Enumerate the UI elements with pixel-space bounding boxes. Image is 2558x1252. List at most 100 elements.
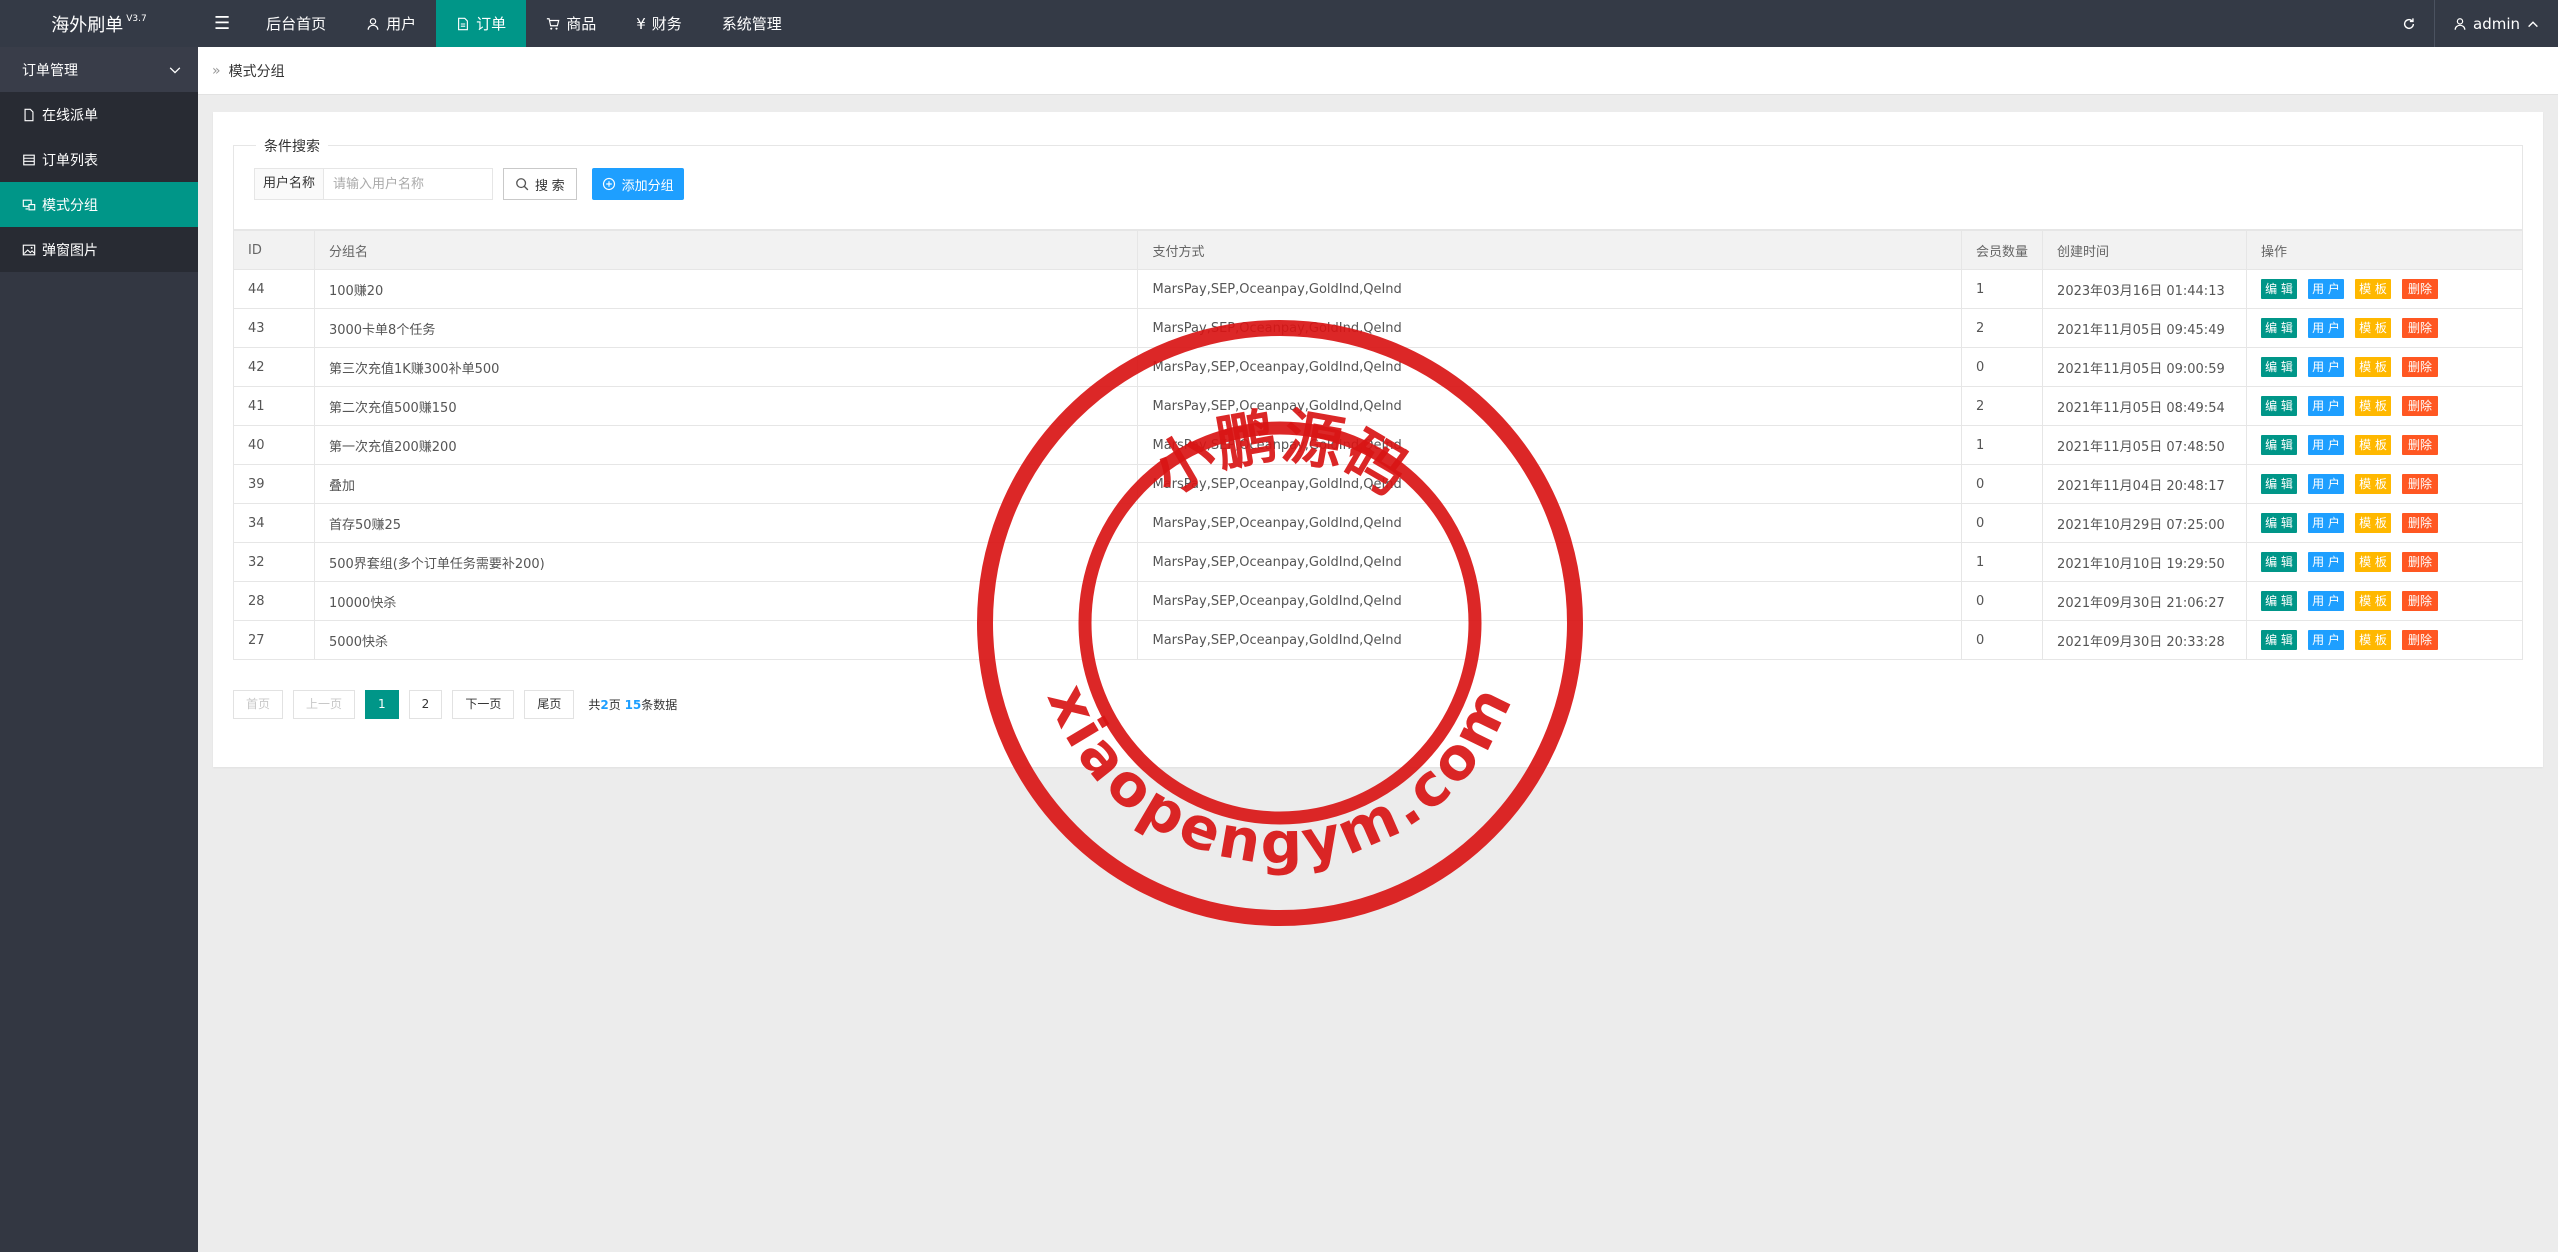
delete-button[interactable]: 删除 — [2402, 630, 2439, 650]
user-button[interactable]: 用 户 — [2308, 552, 2345, 572]
edit-button[interactable]: 编 辑 — [2261, 318, 2298, 338]
user-button[interactable]: 用 户 — [2308, 396, 2345, 416]
topnav-item-orders[interactable]: 订单 — [436, 0, 527, 47]
page-button-1[interactable]: 1 — [365, 690, 399, 719]
topnav-item-users[interactable]: 用户 — [346, 0, 436, 47]
user-button[interactable]: 用 户 — [2308, 318, 2345, 338]
row-actions: 编 辑用 户模 板删除 — [2261, 396, 2508, 416]
next-page-button[interactable]: 下一页 — [452, 690, 515, 719]
topnav-item-products[interactable]: 商品 — [526, 0, 616, 47]
user-menu[interactable]: admin — [2435, 0, 2558, 47]
delete-button[interactable]: 删除 — [2402, 591, 2439, 611]
sidebar-item-dispatch[interactable]: 在线派单 — [0, 92, 198, 137]
template-button[interactable]: 模 板 — [2355, 357, 2392, 377]
table-row: 32 500界套组(多个订单任务需要补200) MarsPay,SEP,Oceanp… — [233, 542, 2523, 582]
delete-button[interactable]: 删除 — [2402, 396, 2439, 416]
document-icon — [24, 108, 34, 121]
table-row: 40 第一次充值200赚200 MarsPay,SEP,Oceanpay,GoldI… — [233, 425, 2523, 465]
cell-group-name: 首存50赚25 — [313, 503, 1139, 543]
plus-circle-icon — [602, 177, 615, 191]
top-nav: ☰ 后台首页 用户 订单 商品 ¥ 财务 系统管理 — [198, 0, 802, 47]
cell-payment: MarsPay,SEP,Oceanpay,GoldInd,QeInd — [1137, 542, 1963, 582]
user-button[interactable]: 用 户 — [2308, 591, 2345, 611]
refresh-button[interactable] — [2384, 0, 2434, 47]
cell-payment: MarsPay,SEP,Oceanpay,GoldInd,QeInd — [1137, 464, 1963, 504]
cell-payment: MarsPay,SEP,Oceanpay,GoldInd,QeInd — [1137, 425, 1963, 465]
edit-button[interactable]: 编 辑 — [2261, 591, 2298, 611]
sidebar-item-label: 弹窗图片 — [42, 242, 98, 259]
last-page-button[interactable]: 尾页 — [524, 690, 575, 719]
topnav-item-system[interactable]: 系统管理 — [702, 0, 802, 47]
user-button[interactable]: 用 户 — [2308, 435, 2345, 455]
edit-button[interactable]: 编 辑 — [2261, 435, 2298, 455]
sidebar-item-popup-image[interactable]: 弹窗图片 — [0, 227, 198, 272]
table-body: 44 100赚20 MarsPay,SEP,Oceanpay,GoldInd,QeI… — [233, 269, 2523, 660]
prev-page-button[interactable]: 上一页 — [293, 690, 356, 719]
hamburger-icon: ☰ — [214, 13, 231, 34]
sidebar-item-mode-group[interactable]: 模式分组 — [0, 182, 198, 227]
username-search-input[interactable] — [323, 168, 494, 200]
template-button[interactable]: 模 板 — [2355, 318, 2392, 338]
user-button[interactable]: 用 户 — [2308, 279, 2345, 299]
template-button[interactable]: 模 板 — [2355, 552, 2392, 572]
template-button[interactable]: 模 板 — [2355, 474, 2392, 494]
first-page-button[interactable]: 首页 — [233, 690, 284, 719]
user-button[interactable]: 用 户 — [2308, 513, 2345, 533]
edit-button[interactable]: 编 辑 — [2261, 279, 2298, 299]
menu-toggle-button[interactable]: ☰ — [198, 0, 246, 47]
row-actions: 编 辑用 户模 板删除 — [2261, 357, 2508, 377]
column-header-id[interactable]: ID — [233, 230, 315, 270]
template-button[interactable]: 模 板 — [2355, 435, 2392, 455]
cell-id: 28 — [233, 581, 315, 621]
cell-created: 2021年11月05日 08:49:54 — [2042, 386, 2248, 426]
cell-actions: 编 辑用 户模 板删除 — [2246, 269, 2523, 309]
user-icon — [367, 17, 379, 30]
column-header-payment[interactable]: 支付方式 — [1137, 230, 1963, 270]
delete-button[interactable]: 删除 — [2402, 474, 2439, 494]
delete-button[interactable]: 删除 — [2402, 357, 2439, 377]
template-button[interactable]: 模 板 — [2355, 279, 2392, 299]
column-header-created[interactable]: 创建时间 — [2042, 230, 2248, 270]
edit-button[interactable]: 编 辑 — [2261, 357, 2298, 377]
image-icon — [22, 244, 36, 255]
page-button-2[interactable]: 2 — [408, 690, 443, 719]
user-button[interactable]: 用 户 — [2308, 630, 2345, 650]
edit-button[interactable]: 编 辑 — [2261, 552, 2298, 572]
edit-button[interactable]: 编 辑 — [2261, 396, 2298, 416]
template-button[interactable]: 模 板 — [2355, 591, 2392, 611]
cell-group-name: 3000卡单8个任务 — [313, 308, 1139, 348]
cell-group-name: 叠加 — [313, 464, 1139, 504]
edit-button[interactable]: 编 辑 — [2261, 474, 2298, 494]
sidebar-group-orders[interactable]: 订单管理 — [0, 47, 198, 92]
cell-payment: MarsPay,SEP,Oceanpay,GoldInd,QeInd — [1137, 347, 1963, 387]
delete-button[interactable]: 删除 — [2402, 435, 2439, 455]
user-button[interactable]: 用 户 — [2308, 474, 2345, 494]
column-header-name[interactable]: 分组名 — [313, 230, 1139, 270]
add-group-button[interactable]: 添加分组 — [591, 168, 684, 200]
template-button[interactable]: 模 板 — [2355, 630, 2392, 650]
topnav-item-finance[interactable]: ¥ 财务 — [616, 0, 702, 47]
template-button[interactable]: 模 板 — [2355, 513, 2392, 533]
search-button[interactable]: 搜 索 — [503, 168, 577, 200]
chevron-down-icon — [169, 66, 181, 74]
template-button[interactable]: 模 板 — [2355, 396, 2392, 416]
user-button[interactable]: 用 户 — [2308, 357, 2345, 377]
search-button-label: 搜 索 — [535, 177, 565, 193]
cell-id: 44 — [233, 269, 315, 309]
cell-member-count: 0 — [1961, 581, 2044, 621]
delete-button[interactable]: 删除 — [2402, 318, 2439, 338]
delete-button[interactable]: 删除 — [2402, 279, 2439, 299]
table-row: 44 100赚20 MarsPay,SEP,Oceanpay,GoldInd,QeI… — [233, 269, 2523, 309]
cell-group-name: 5000快杀 — [313, 620, 1139, 660]
sidebar-item-order-list[interactable]: 订单列表 — [0, 137, 198, 182]
edit-button[interactable]: 编 辑 — [2261, 630, 2298, 650]
column-header-member-count[interactable]: 会员数量 — [1961, 230, 2044, 270]
app-logo[interactable]: 海外刷单 V3.7 — [0, 0, 198, 47]
edit-button[interactable]: 编 辑 — [2261, 513, 2298, 533]
delete-button[interactable]: 删除 — [2402, 513, 2439, 533]
topnav-item-dashboard[interactable]: 后台首页 — [246, 0, 346, 47]
pagination-total-records: 15 — [624, 698, 642, 712]
table-row: 34 首存50赚25 MarsPay,SEP,Oceanpay,GoldInd,Qe… — [233, 503, 2523, 543]
delete-button[interactable]: 删除 — [2402, 552, 2439, 572]
cell-payment: MarsPay,SEP,Oceanpay,GoldInd,QeInd — [1137, 503, 1963, 543]
